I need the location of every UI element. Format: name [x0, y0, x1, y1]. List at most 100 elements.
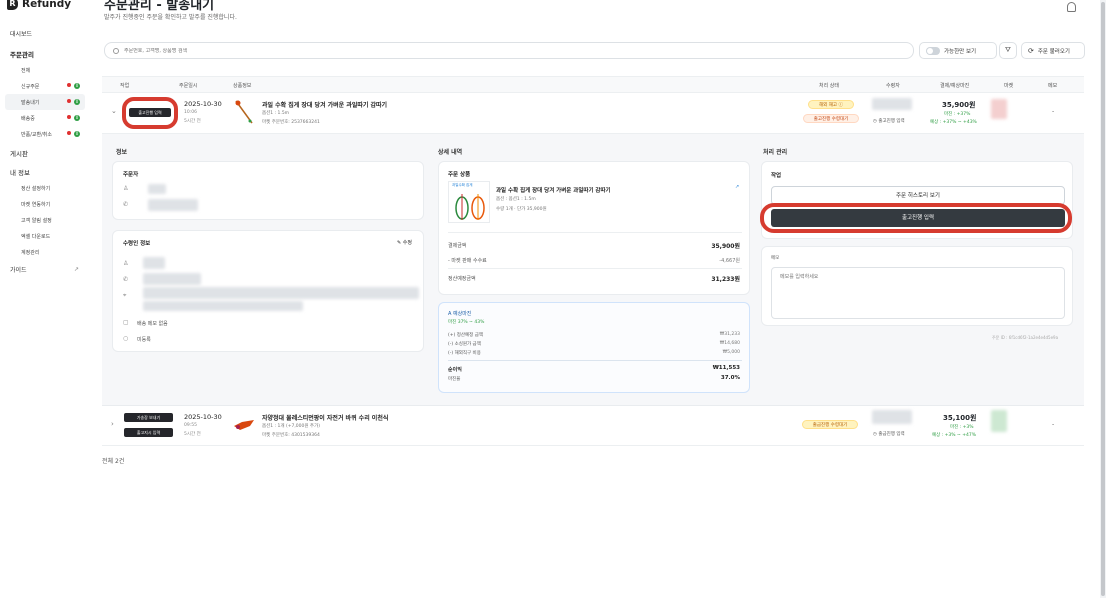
- item-qty-price: 수량 1개 · 단가 35,900원: [496, 207, 547, 212]
- bell-icon[interactable]: [1067, 2, 1076, 12]
- market-order-code: 마켓 주문번호: 2537663241: [262, 120, 320, 125]
- count-badge: 0: [74, 99, 80, 105]
- user-icon: ♙: [123, 260, 129, 267]
- search-bar[interactable]: [104, 42, 914, 59]
- send-tracking-button[interactable]: 가송장 보내기: [124, 413, 173, 422]
- memo-card: 메모: [761, 246, 1073, 326]
- status-badge: 출금진행 수령대기: [802, 420, 858, 429]
- load-orders-button[interactable]: ⟳ 주문 불러오기: [1021, 42, 1085, 59]
- recipient-redacted: [872, 98, 912, 110]
- sidebar-item-label: 배송중: [21, 115, 35, 122]
- item-thumbnail[interactable]: 과일수확 집게: [448, 181, 490, 223]
- item-name: 과일 수확 집게 장대 당겨 가벼운 과일따기 감따기: [496, 188, 611, 194]
- margin-range: 마진 37% ~ 43%: [448, 320, 485, 325]
- divider: [448, 268, 742, 269]
- product-thumbnail[interactable]: [234, 99, 254, 125]
- status-badge-label: 해외 재고: [819, 103, 838, 108]
- order-ago: 5시간 전: [184, 119, 201, 124]
- ship-progress-input-button[interactable]: 출고진행 입력: [771, 209, 1065, 227]
- open-link-icon[interactable]: ↗: [735, 184, 739, 190]
- count-badge: 0: [74, 115, 80, 121]
- status-badge: 해외 재고 ⓘ: [808, 100, 854, 109]
- phone-icon: ✆: [123, 276, 129, 283]
- sidebar-item-account[interactable]: 계정관리: [0, 244, 90, 260]
- filter-button[interactable]: ⛛: [999, 42, 1017, 59]
- edit-button[interactable]: ✎ 수정: [397, 239, 412, 246]
- sidebar-item-market-link[interactable]: 마켓 연동하기: [0, 196, 90, 212]
- order-time: 09:55: [184, 423, 197, 428]
- sidebar-item-guide[interactable]: 가이드 ↗: [0, 261, 90, 277]
- search-input[interactable]: [124, 47, 824, 54]
- sidebar-item-label: 엑셀 다운로드: [21, 233, 51, 240]
- brand-logo[interactable]: R Refundy: [7, 0, 71, 10]
- sidebar-item-all[interactable]: 전체: [0, 62, 90, 78]
- delivery-memo: 배송 메모 없음: [137, 321, 168, 327]
- sidebar-item-settlement[interactable]: 정산 설정하기: [0, 180, 90, 196]
- process-section-title: 처리 관리: [763, 149, 788, 156]
- brand-name: Refundy: [22, 0, 72, 10]
- recipient-status-label: 출금진행 입력: [878, 432, 905, 437]
- settle-value: 31,233원: [711, 276, 740, 283]
- sidebar-item-label: 내 정보: [10, 169, 31, 177]
- col-action: 작업: [120, 83, 130, 89]
- clock-icon: ◷: [873, 432, 877, 437]
- memo-label: 메모: [771, 256, 780, 261]
- toggle-label: 가능한만 보기: [944, 48, 977, 55]
- sidebar-item-new-orders[interactable]: 신규주문 0: [0, 78, 90, 94]
- status-badge: 출고진행 수령대기: [803, 114, 859, 123]
- pay-value: 35,900원: [711, 243, 740, 250]
- memo-textarea[interactable]: [771, 267, 1065, 319]
- sidebar-item-excel[interactable]: 엑셀 다운로드: [0, 228, 90, 244]
- receiver-phone-redacted: [143, 273, 201, 285]
- margin-range: 예상 : +3% ~ +47%: [932, 433, 976, 438]
- margin-rate: 마진 : +3%: [950, 425, 974, 430]
- thumb-caption: 과일수확 집게: [452, 183, 473, 187]
- product-name[interactable]: 자양정대 물레스티먼팡이 자전거 바퀴 수리 이천식: [262, 413, 388, 422]
- divider: [448, 360, 742, 361]
- sidebar-item-my-info[interactable]: 내 정보: [0, 164, 90, 180]
- margin-row-value: ₩31,233: [719, 332, 740, 337]
- sidebar-item-orders[interactable]: 주문관리: [0, 46, 90, 62]
- sidebar-item-in-transit[interactable]: 배송중 0: [0, 110, 90, 126]
- sidebar-item-notify[interactable]: 고객 알림 설정: [0, 212, 90, 228]
- settle-label: 정산예정금액: [448, 276, 476, 282]
- order-time: 10:06: [184, 110, 197, 115]
- product-option: 옵션1 : 1.5m: [262, 111, 290, 116]
- info-icon: ⓘ: [838, 103, 843, 108]
- count-badge: 0: [74, 83, 80, 89]
- order-date: 2025-10-30: [184, 100, 222, 108]
- margin-card: A 예상마진 마진 37% ~ 43% (+) 정산예정 금액 ₩31,233 …: [438, 302, 750, 393]
- product-thumbnail[interactable]: [232, 418, 256, 432]
- sidebar-item-returns[interactable]: 반품/교환/취소 0: [0, 126, 90, 142]
- margin-rate: 마진 : +37%: [944, 112, 971, 117]
- col-product: 상품정보: [233, 83, 252, 89]
- market-logo: [991, 99, 1007, 119]
- order-ago: 5시간 전: [184, 432, 201, 437]
- fee-label: - 마켓 판매 수수료: [448, 258, 487, 264]
- sidebar-item-label: 반품/교환/취소: [21, 131, 52, 138]
- product-name[interactable]: 과일 수확 집게 장대 당겨 가벼운 과일따기 감따기: [262, 100, 387, 109]
- sidebar-item-shipping-out[interactable]: 발송내기 0: [5, 94, 85, 110]
- sidebar-item-label: 정산 설정하기: [21, 185, 51, 192]
- chevron-right-icon[interactable]: ›: [111, 420, 114, 428]
- sidebar-item-label: 마켓 연동하기: [21, 201, 51, 208]
- market-order-code: 마켓 주문번호: 4301539364: [262, 433, 320, 438]
- external-link-icon: ↗: [73, 265, 79, 273]
- available-only-toggle[interactable]: 가능한만 보기: [919, 42, 997, 59]
- ship-progress-button[interactable]: 출고진행 입력: [129, 108, 171, 117]
- sidebar-item-board[interactable]: 게시판: [0, 145, 90, 161]
- sidebar-item-label: 게시판: [10, 150, 28, 158]
- sidebar-item-dashboard[interactable]: 대시보드: [0, 26, 90, 40]
- table-row[interactable]: › 가송장 보내기 출고지시 입력 2025-10-30 09:55 5시간 전…: [102, 406, 1084, 446]
- order-item-label: 주문 상품: [448, 172, 471, 178]
- rate-value: 37.0%: [720, 375, 740, 381]
- table-row[interactable]: ⌄ 출고진행 입력 2025-10-30 10:06 5시간 전 과일 수확 집…: [102, 93, 1084, 134]
- clock-icon: ◷: [873, 119, 877, 124]
- process-card: 작업 주문 히스토리 보기 출고진행 입력: [760, 161, 1073, 239]
- chevron-down-icon[interactable]: ⌄: [111, 107, 117, 115]
- ship-order-button[interactable]: 출고지시 입력: [124, 428, 173, 437]
- toggle-switch[interactable]: [926, 46, 940, 55]
- receiver-card: 수령인 정보 ✎ 수정 ♙ ✆ ⌖ ▢ 배송 메모 없음 ○ 미등록: [112, 230, 424, 352]
- sidebar-item-label: 발송내기: [21, 99, 40, 106]
- scrollbar-thumb[interactable]: [1101, 2, 1105, 596]
